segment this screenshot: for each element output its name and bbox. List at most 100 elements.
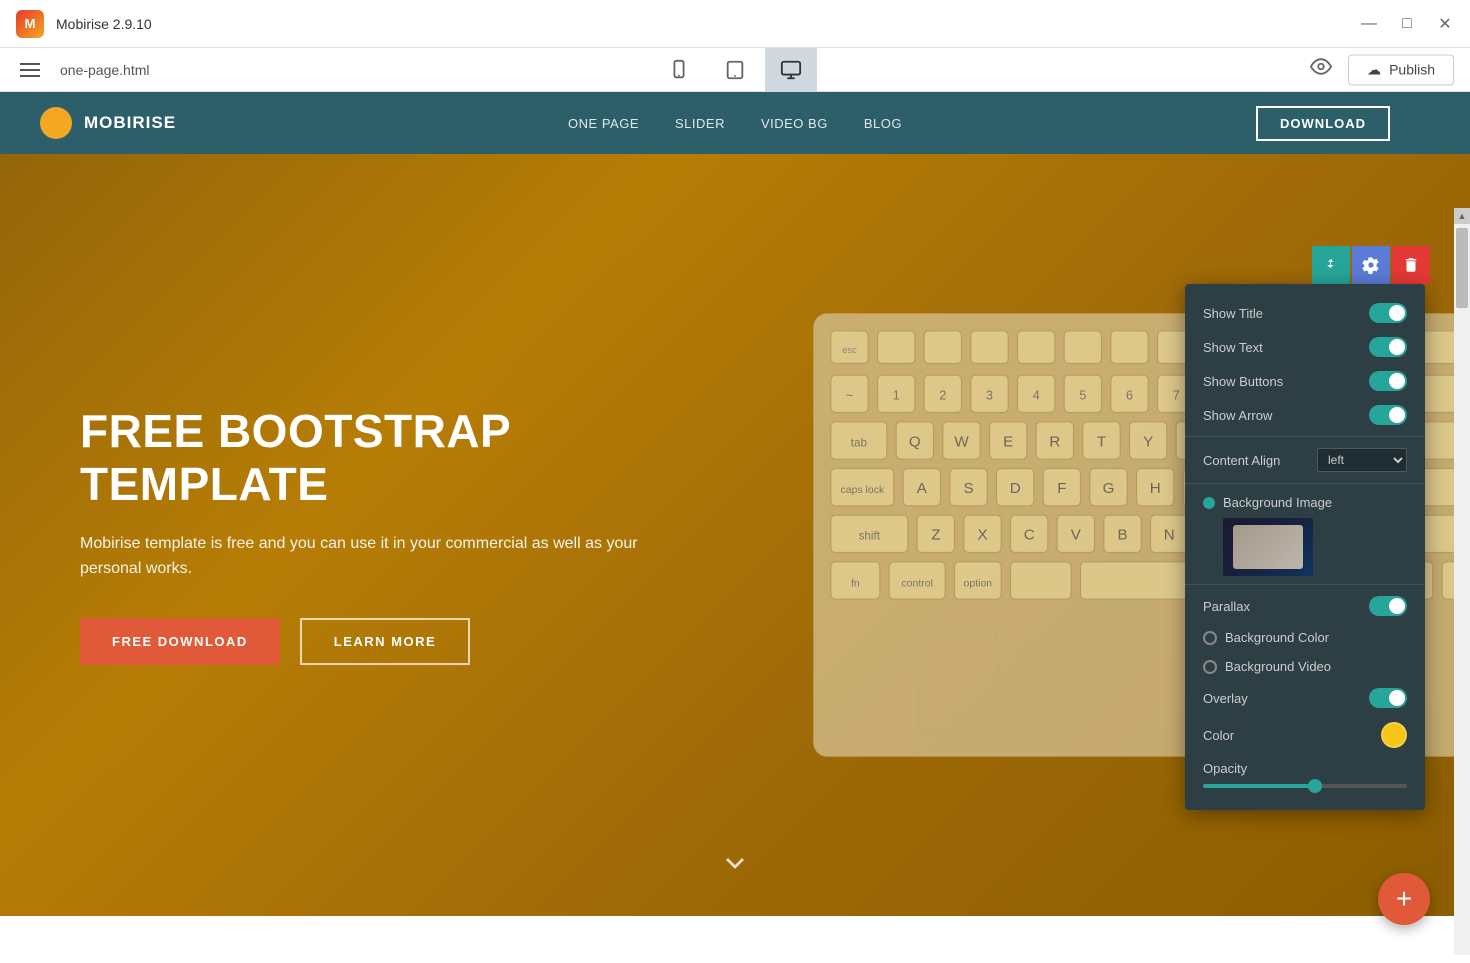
svg-text:control: control [901,577,933,589]
svg-text:N: N [1164,527,1175,544]
show-buttons-row: Show Buttons [1185,364,1425,398]
svg-text:2: 2 [939,388,946,403]
show-title-label: Show Title [1203,306,1361,321]
show-text-label: Show Text [1203,340,1361,355]
scroll-up-arrow[interactable]: ▲ [1454,208,1470,224]
svg-text:W: W [954,433,969,450]
svg-text:tab: tab [851,436,867,449]
hero-buttons: FREE DOWNLOAD LEARN MORE [80,618,640,665]
show-buttons-label: Show Buttons [1203,374,1361,389]
svg-text:R: R [1049,433,1060,450]
svg-text:A: A [917,480,928,497]
bg-color-radio[interactable] [1203,631,1217,645]
close-button[interactable]: ✕ [1436,15,1454,33]
svg-text:shift: shift [859,530,881,543]
scroll-thumb[interactable] [1456,228,1468,308]
section-settings-button[interactable] [1352,246,1390,284]
hamburger-menu[interactable] [16,59,44,81]
show-arrow-toggle[interactable] [1369,405,1407,425]
hero-content: FREE BOOTSTRAP TEMPLATE Mobirise templat… [80,405,640,665]
opacity-slider[interactable] [1203,784,1407,788]
svg-text:4: 4 [1033,388,1040,403]
show-title-toggle[interactable] [1369,303,1407,323]
color-label: Color [1203,728,1373,743]
bg-color-row: Background Color [1185,623,1425,652]
hero-title: FREE BOOTSTRAP TEMPLATE [80,405,640,511]
svg-text:C: C [1024,527,1035,544]
opacity-thumb[interactable] [1308,779,1322,793]
logo-letter: M [25,16,36,31]
section-delete-button[interactable] [1392,246,1430,284]
nav-download-button[interactable]: DOWNLOAD [1256,106,1390,141]
mobile-view-button[interactable] [653,48,705,92]
svg-text:esc: esc [842,345,857,355]
bg-image-label-row: Background Image [1203,495,1407,510]
section-toolbar [1312,246,1430,284]
add-section-button[interactable]: + [1378,873,1430,925]
maximize-button[interactable]: □ [1398,15,1416,33]
free-download-button[interactable]: FREE DOWNLOAD [80,618,280,665]
svg-text:S: S [963,480,973,497]
menu-bar: one-page.html ☁ Publish [0,48,1470,92]
separator-3 [1185,584,1425,585]
svg-text:X: X [977,527,987,544]
svg-text:7: 7 [1173,388,1180,403]
parallax-label: Parallax [1203,599,1361,614]
bg-thumb-inner [1223,518,1313,576]
show-buttons-toggle[interactable] [1369,371,1407,391]
svg-text:E: E [1003,433,1013,450]
publish-button[interactable]: ☁ Publish [1348,54,1454,85]
svg-text:V: V [1071,527,1082,544]
tablet-view-button[interactable] [709,48,761,92]
bg-active-indicator [1203,497,1215,509]
opacity-fill [1203,784,1315,788]
content-align-select[interactable]: left center right [1317,448,1407,472]
color-row: Color [1185,715,1425,755]
nav-bar: MOBIRISE ONE PAGE SLIDER VIDEO BG BLOG D… [0,92,1470,154]
parallax-row: Parallax [1185,589,1425,623]
svg-text:F: F [1057,480,1066,497]
svg-text:5: 5 [1079,388,1086,403]
color-swatch[interactable] [1381,722,1407,748]
show-text-row: Show Text [1185,330,1425,364]
show-title-row: Show Title [1185,296,1425,330]
svg-text:caps lock: caps lock [840,484,885,496]
preview-button[interactable] [1310,56,1332,84]
svg-text:1: 1 [893,388,900,403]
scroll-arrow[interactable] [719,847,751,886]
app-logo: M [16,10,44,38]
show-arrow-row: Show Arrow [1185,398,1425,432]
nav-link-blog[interactable]: BLOG [864,116,902,131]
nav-logo: MOBIRISE [40,107,176,139]
svg-text:option: option [964,577,993,589]
svg-text:~: ~ [846,388,854,403]
desktop-view-button[interactable] [765,48,817,92]
app-name: Mobirise 2.9.10 [56,16,152,32]
section-move-button[interactable] [1312,246,1350,284]
parallax-toggle[interactable] [1369,596,1407,616]
bg-color-label: Background Color [1225,630,1407,645]
overlay-toggle[interactable] [1369,688,1407,708]
overlay-label: Overlay [1203,691,1361,706]
bg-video-label: Background Video [1225,659,1407,674]
nav-logo-text: MOBIRISE [84,113,176,133]
separator-1 [1185,436,1425,437]
content-align-label: Content Align [1203,453,1309,468]
learn-more-button[interactable]: LEARN MORE [300,618,470,665]
opacity-label: Opacity [1203,761,1407,776]
nav-link-slider[interactable]: SLIDER [675,116,725,131]
bg-image-thumbnail[interactable] [1223,518,1313,576]
nav-link-onepage[interactable]: ONE PAGE [568,116,639,131]
overlay-row: Overlay [1185,681,1425,715]
svg-text:6: 6 [1126,388,1133,403]
scrollbar[interactable]: ▲ [1454,208,1470,955]
svg-text:G: G [1103,480,1115,497]
nav-link-videobg[interactable]: VIDEO BG [761,116,828,131]
minimize-button[interactable]: — [1360,15,1378,33]
nav-links: ONE PAGE SLIDER VIDEO BG BLOG [568,116,902,131]
show-text-toggle[interactable] [1369,337,1407,357]
svg-text:B: B [1117,527,1127,544]
svg-text:D: D [1010,480,1021,497]
publish-label: Publish [1389,62,1435,78]
bg-video-radio[interactable] [1203,660,1217,674]
